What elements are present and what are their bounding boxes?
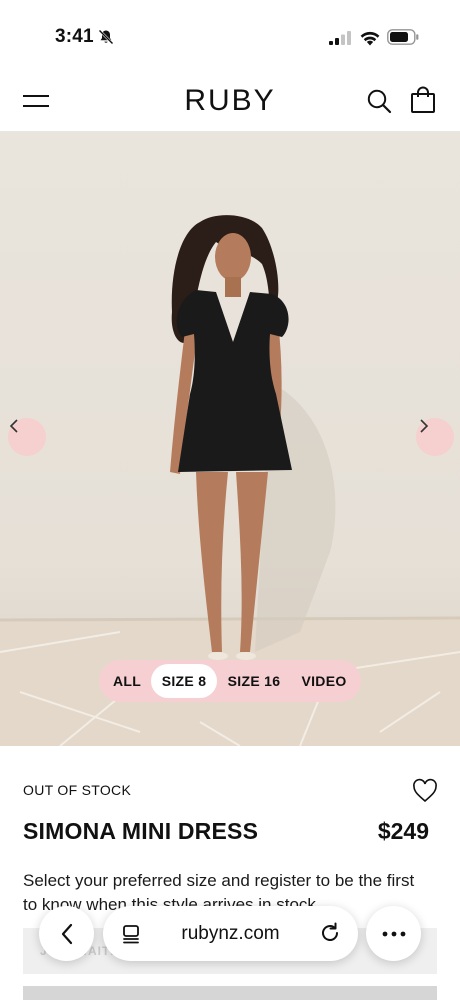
- search-icon[interactable]: [366, 88, 392, 114]
- heart-icon[interactable]: [412, 778, 438, 804]
- battery-icon: [387, 29, 419, 45]
- bell-slash-icon: [98, 29, 114, 45]
- shopping-bag-icon[interactable]: [410, 86, 436, 114]
- cellular-signal-icon: [329, 31, 351, 45]
- reload-icon[interactable]: [319, 922, 341, 944]
- tab-video[interactable]: VIDEO: [291, 664, 357, 698]
- chevron-left-icon: [9, 419, 18, 433]
- tab-size-8[interactable]: SIZE 8: [151, 664, 217, 698]
- tab-size-16[interactable]: SIZE 16: [217, 664, 291, 698]
- previous-image-button[interactable]: [8, 418, 46, 456]
- address-bar[interactable]: rubynz.com: [103, 906, 358, 961]
- site-header: RUBY: [0, 70, 460, 132]
- product-title: SIMONA MINI DRESS: [23, 818, 259, 844]
- product-image-gallery[interactable]: ALL SIZE 8 SIZE 16 VIDEO: [0, 132, 460, 746]
- status-bar: 3:41: [0, 0, 460, 70]
- chevron-right-icon: [420, 419, 429, 433]
- more-dots-icon: [382, 931, 405, 936]
- next-image-button[interactable]: [416, 418, 454, 456]
- tab-all[interactable]: ALL: [103, 664, 151, 698]
- stock-status: OUT OF STOCK: [23, 782, 132, 798]
- add-to-bag-button[interactable]: [23, 986, 437, 1000]
- product-price: $249: [377, 818, 429, 844]
- browser-more-button[interactable]: [366, 906, 421, 961]
- product-photo: [0, 215, 460, 746]
- browser-back-button[interactable]: [39, 906, 94, 961]
- back-chevron-icon: [61, 923, 72, 944]
- gallery-filter-tabs: ALL SIZE 8 SIZE 16 VIDEO: [99, 660, 361, 702]
- wifi-icon: [360, 31, 380, 46]
- status-time: 3:41: [55, 26, 94, 47]
